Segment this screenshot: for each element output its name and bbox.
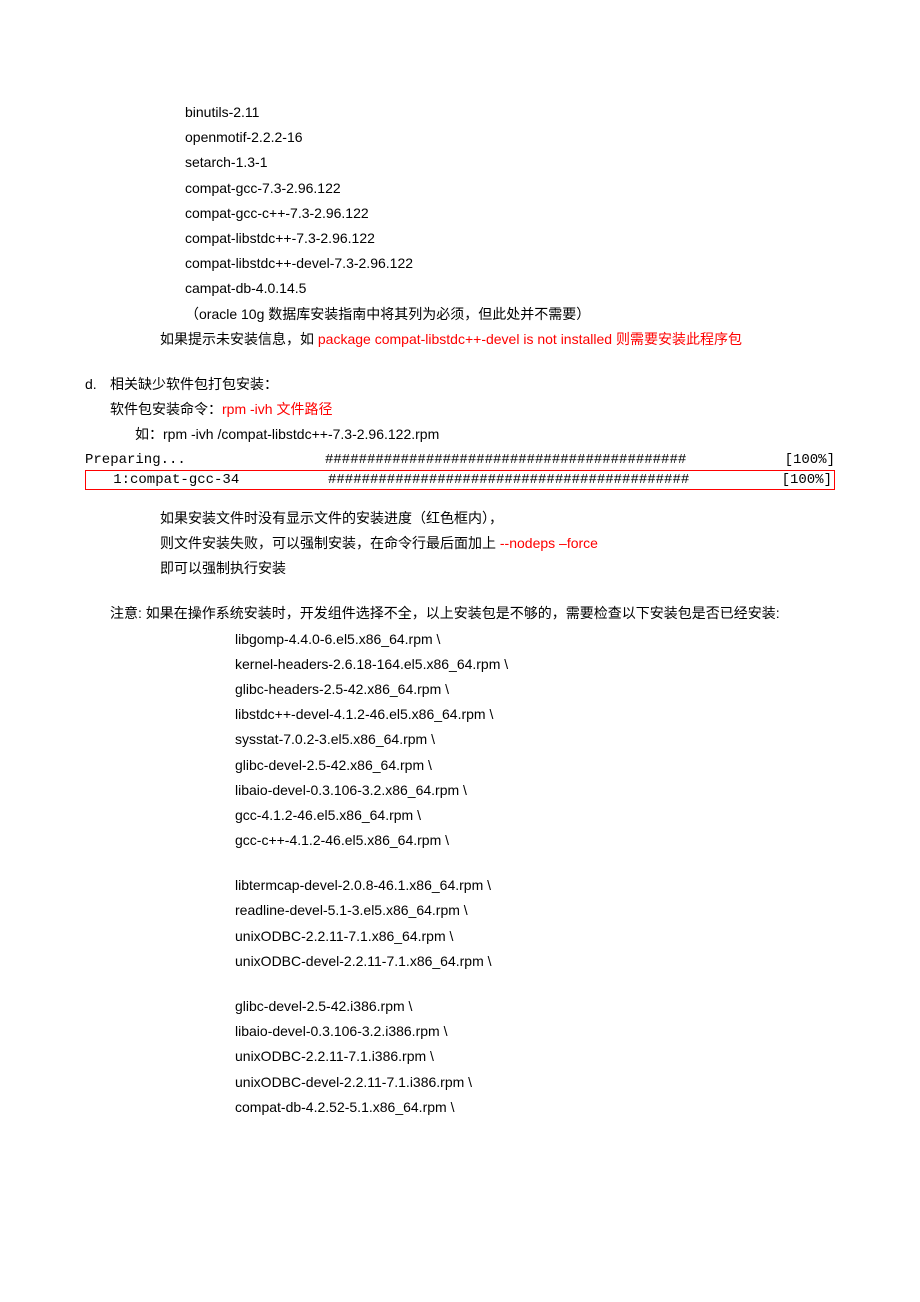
hint-red: package compat-libstdc++-devel is not in…	[318, 331, 742, 347]
term-percent: [100%]	[775, 451, 835, 469]
list-item: compat-db-4.2.52-5.1.x86_64.rpm \	[235, 1095, 835, 1120]
list-item: sysstat-7.0.2-3.el5.x86_64.rpm \	[235, 727, 835, 752]
list-item: gcc-c++-4.1.2-46.el5.x86_64.rpm \	[235, 828, 835, 853]
hint-prefix: 如果提示未安装信息，如	[160, 331, 318, 347]
hint-line: 如果提示未安装信息，如 package compat-libstdc++-dev…	[85, 327, 835, 352]
terminal-row-preparing: Preparing... ###########################…	[85, 451, 835, 469]
oracle-note: （oracle 10g 数据库安装指南中将其列为必须，但此处并不需要）	[185, 302, 835, 327]
list-item: compat-libstdc++-devel-7.3-2.96.122	[185, 251, 835, 276]
list-marker-d: d.	[85, 372, 110, 448]
list-item: libaio-devel-0.3.106-3.2.x86_64.rpm \	[235, 778, 835, 803]
list-item: unixODBC-2.2.11-7.1.x86_64.rpm \	[235, 924, 835, 949]
post-line-1: 如果安装文件时没有显示文件的安装进度（红色框内），	[160, 506, 835, 531]
list-item: libaio-devel-0.3.106-3.2.i386.rpm \	[235, 1019, 835, 1044]
list-item: binutils-2.11	[185, 100, 835, 125]
term-percent: [100%]	[772, 471, 832, 489]
list-item: compat-libstdc++-7.3-2.96.122	[185, 226, 835, 251]
package-group-1: libgomp-4.4.0-6.el5.x86_64.rpm \ kernel-…	[85, 627, 835, 854]
list-item: glibc-devel-2.5-42.x86_64.rpm \	[235, 753, 835, 778]
list-item: compat-gcc-7.3-2.96.122	[185, 176, 835, 201]
section-d-title: 相关缺少软件包打包安装：	[110, 372, 835, 397]
list-item: glibc-devel-2.5-42.i386.rpm \	[235, 994, 835, 1019]
post-terminal-block: 如果安装文件时没有显示文件的安装进度（红色框内）， 则文件安装失败，可以强制安装…	[85, 506, 835, 582]
cmd-label: 软件包安装命令：	[110, 401, 222, 417]
post-line-2a: 则文件安装失败，可以强制安装，在命令行最后面加上	[160, 535, 500, 551]
post-line-2: 则文件安装失败，可以强制安装，在命令行最后面加上 --nodeps –force	[160, 531, 835, 556]
list-item: setarch-1.3-1	[185, 150, 835, 175]
term-label: Preparing...	[85, 451, 325, 469]
list-item: glibc-headers-2.5-42.x86_64.rpm \	[235, 677, 835, 702]
package-group-3: glibc-devel-2.5-42.i386.rpm \ libaio-dev…	[85, 994, 835, 1120]
term-progress-bar: ########################################…	[325, 451, 775, 469]
cmd-line: 软件包安装命令：rpm -ivh 文件路径	[110, 397, 835, 422]
post-line-2-red: --nodeps –force	[500, 535, 598, 551]
cmd-red: rpm -ivh 文件路径	[222, 401, 332, 417]
term-progress-bar: ########################################…	[328, 471, 772, 489]
list-item: unixODBC-devel-2.2.11-7.1.x86_64.rpm \	[235, 949, 835, 974]
package-list-top: binutils-2.11 openmotif-2.2.2-16 setarch…	[85, 100, 835, 327]
list-item: libtermcap-devel-2.0.8-46.1.x86_64.rpm \	[235, 873, 835, 898]
list-item: openmotif-2.2.2-16	[185, 125, 835, 150]
cmd-example: 如：rpm -ivh /compat-libstdc++-7.3-2.96.12…	[110, 422, 835, 447]
list-item: unixODBC-devel-2.2.11-7.1.i386.rpm \	[235, 1070, 835, 1095]
terminal-row-highlighted: 1:compat-gcc-34 ########################…	[85, 470, 835, 490]
section-d: d. 相关缺少软件包打包安装： 软件包安装命令：rpm -ivh 文件路径 如：…	[85, 372, 835, 448]
list-item: readline-devel-5.1-3.el5.x86_64.rpm \	[235, 898, 835, 923]
terminal-output: Preparing... ###########################…	[85, 451, 835, 489]
list-item: gcc-4.1.2-46.el5.x86_64.rpm \	[235, 803, 835, 828]
list-item: libgomp-4.4.0-6.el5.x86_64.rpm \	[235, 627, 835, 652]
list-item: libstdc++-devel-4.1.2-46.el5.x86_64.rpm …	[235, 702, 835, 727]
list-item: unixODBC-2.2.11-7.1.i386.rpm \	[235, 1044, 835, 1069]
notice-text: 注意: 如果在操作系统安装时，开发组件选择不全，以上安装包是不够的，需要检查以下…	[85, 601, 835, 626]
list-item: campat-db-4.0.14.5	[185, 276, 835, 301]
list-item: compat-gcc-c++-7.3-2.96.122	[185, 201, 835, 226]
term-label: 1:compat-gcc-34	[88, 471, 328, 489]
package-group-2: libtermcap-devel-2.0.8-46.1.x86_64.rpm \…	[85, 873, 835, 974]
list-item: kernel-headers-2.6.18-164.el5.x86_64.rpm…	[235, 652, 835, 677]
post-line-3: 即可以强制执行安装	[160, 556, 835, 581]
